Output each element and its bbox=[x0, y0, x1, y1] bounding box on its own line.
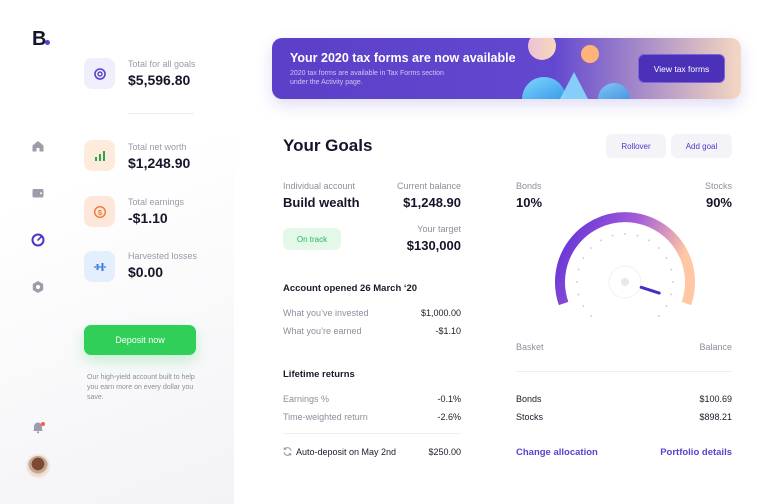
account-name: Build wealth bbox=[283, 195, 360, 210]
gauge-tick bbox=[670, 268, 673, 271]
current-balance-label: Current balance bbox=[396, 181, 461, 191]
portfolio-details-link[interactable]: Portfolio details bbox=[630, 447, 732, 458]
chart-candles-icon bbox=[84, 251, 115, 282]
rollover-button[interactable]: Rollover bbox=[606, 134, 666, 158]
stat-value-earnings: -$1.10 bbox=[128, 210, 168, 226]
auto-deposit-value: $250.00 bbox=[428, 447, 461, 457]
banner-subtitle: 2020 tax forms are available in Tax Form… bbox=[290, 70, 444, 86]
notification-dot bbox=[41, 422, 45, 426]
stat-label-earnings: Total earnings bbox=[128, 197, 185, 207]
invested-label: What you’ve invested bbox=[283, 308, 369, 318]
page-title: Your Goals bbox=[283, 136, 373, 155]
refresh-icon bbox=[282, 446, 293, 457]
time-weighted-value: -2.6% bbox=[437, 412, 461, 422]
gauge-tick bbox=[600, 239, 602, 242]
change-allocation-link[interactable]: Change allocation bbox=[516, 447, 598, 458]
stat-value-harvested: $0.00 bbox=[128, 264, 164, 280]
gauge-tick bbox=[658, 247, 660, 249]
divider bbox=[128, 113, 194, 114]
gauge-tick bbox=[577, 268, 580, 271]
allocation-gauge bbox=[555, 212, 695, 317]
deposit-now-button[interactable]: Deposit now bbox=[84, 325, 196, 355]
logo-dot bbox=[45, 40, 50, 45]
dollar-icon: $ bbox=[84, 196, 115, 227]
gauge-tick bbox=[670, 293, 673, 296]
stocks-row-value: $898.21 bbox=[699, 412, 732, 422]
bonds-percent: 10% bbox=[516, 195, 543, 210]
avatar[interactable] bbox=[26, 454, 50, 478]
gauge-tick bbox=[576, 281, 578, 283]
account-type-label: Individual account bbox=[283, 181, 356, 191]
gauge-tick bbox=[665, 305, 668, 307]
gauge-tick bbox=[624, 233, 626, 235]
earnings-percent-label: Earnings % bbox=[283, 394, 330, 404]
stat-label-harvested: Harvested losses bbox=[128, 251, 198, 261]
stat-label-total-goals: Total for all goals bbox=[128, 59, 196, 69]
stocks-row-label: Stocks bbox=[516, 412, 544, 422]
bonds-row-value: $100.69 bbox=[699, 394, 732, 404]
gauge-tick bbox=[582, 305, 585, 307]
stocks-label: Stocks bbox=[704, 181, 732, 191]
gauge-tick bbox=[577, 293, 580, 296]
target-label: Your target bbox=[417, 224, 461, 234]
gauge-tick bbox=[590, 315, 592, 317]
divider bbox=[283, 433, 461, 434]
current-balance-value: $1,248.90 bbox=[403, 195, 461, 210]
gauge-tick bbox=[636, 234, 639, 237]
gauge-tick bbox=[590, 247, 592, 249]
gauge-tick bbox=[658, 315, 660, 317]
banner-title: Your 2020 tax forms are now available bbox=[290, 51, 516, 65]
bar-chart-icon bbox=[84, 140, 115, 171]
basket-label: Basket bbox=[516, 342, 544, 352]
stat-value-net-worth: $1,248.90 bbox=[128, 155, 191, 171]
promo-text: Our high-yield account built to help you… bbox=[87, 374, 195, 401]
add-goal-button[interactable]: Add goal bbox=[671, 134, 732, 158]
bonds-label: Bonds bbox=[516, 181, 542, 191]
bonds-row-label: Bonds bbox=[516, 394, 542, 404]
stat-label-net-worth: Total net worth bbox=[128, 142, 187, 152]
invested-value: $1,000.00 bbox=[420, 308, 461, 318]
view-tax-forms-button[interactable]: View tax forms bbox=[638, 54, 725, 83]
tax-forms-banner: Your 2020 tax forms are now available 20… bbox=[272, 38, 741, 99]
gauge-tick bbox=[582, 257, 585, 259]
earnings-percent-value: -0.1% bbox=[437, 394, 461, 404]
home-icon[interactable] bbox=[31, 139, 45, 153]
target-value: $130,000 bbox=[406, 238, 461, 253]
banner-decoration bbox=[522, 38, 630, 99]
gauge-tick bbox=[665, 257, 668, 259]
account-opened-heading: Account opened 26 March ‘20 bbox=[283, 283, 418, 294]
svg-text:$: $ bbox=[97, 207, 102, 216]
app-root: B Total for all goals $5,596.80 Total ne… bbox=[0, 0, 779, 504]
settings-icon[interactable] bbox=[31, 280, 45, 294]
gauge-tick bbox=[672, 281, 674, 283]
app-logo[interactable]: B bbox=[32, 28, 46, 51]
lifetime-returns-heading: Lifetime returns bbox=[283, 369, 355, 380]
target-icon bbox=[84, 58, 115, 89]
earned-label: What you’re earned bbox=[283, 326, 362, 336]
gauge-needle bbox=[639, 285, 661, 295]
dashboard-icon[interactable] bbox=[31, 233, 45, 247]
balance-label: Balance bbox=[699, 342, 732, 352]
stat-value-total-goals: $5,596.80 bbox=[128, 72, 191, 88]
wallet-icon[interactable] bbox=[31, 186, 45, 200]
divider bbox=[516, 371, 732, 372]
gauge-tick bbox=[648, 239, 650, 242]
gauge-tick bbox=[611, 234, 614, 237]
time-weighted-label: Time-weighted return bbox=[283, 412, 368, 422]
earned-value: -$1.10 bbox=[435, 326, 461, 336]
status-badge: On track bbox=[283, 228, 341, 250]
